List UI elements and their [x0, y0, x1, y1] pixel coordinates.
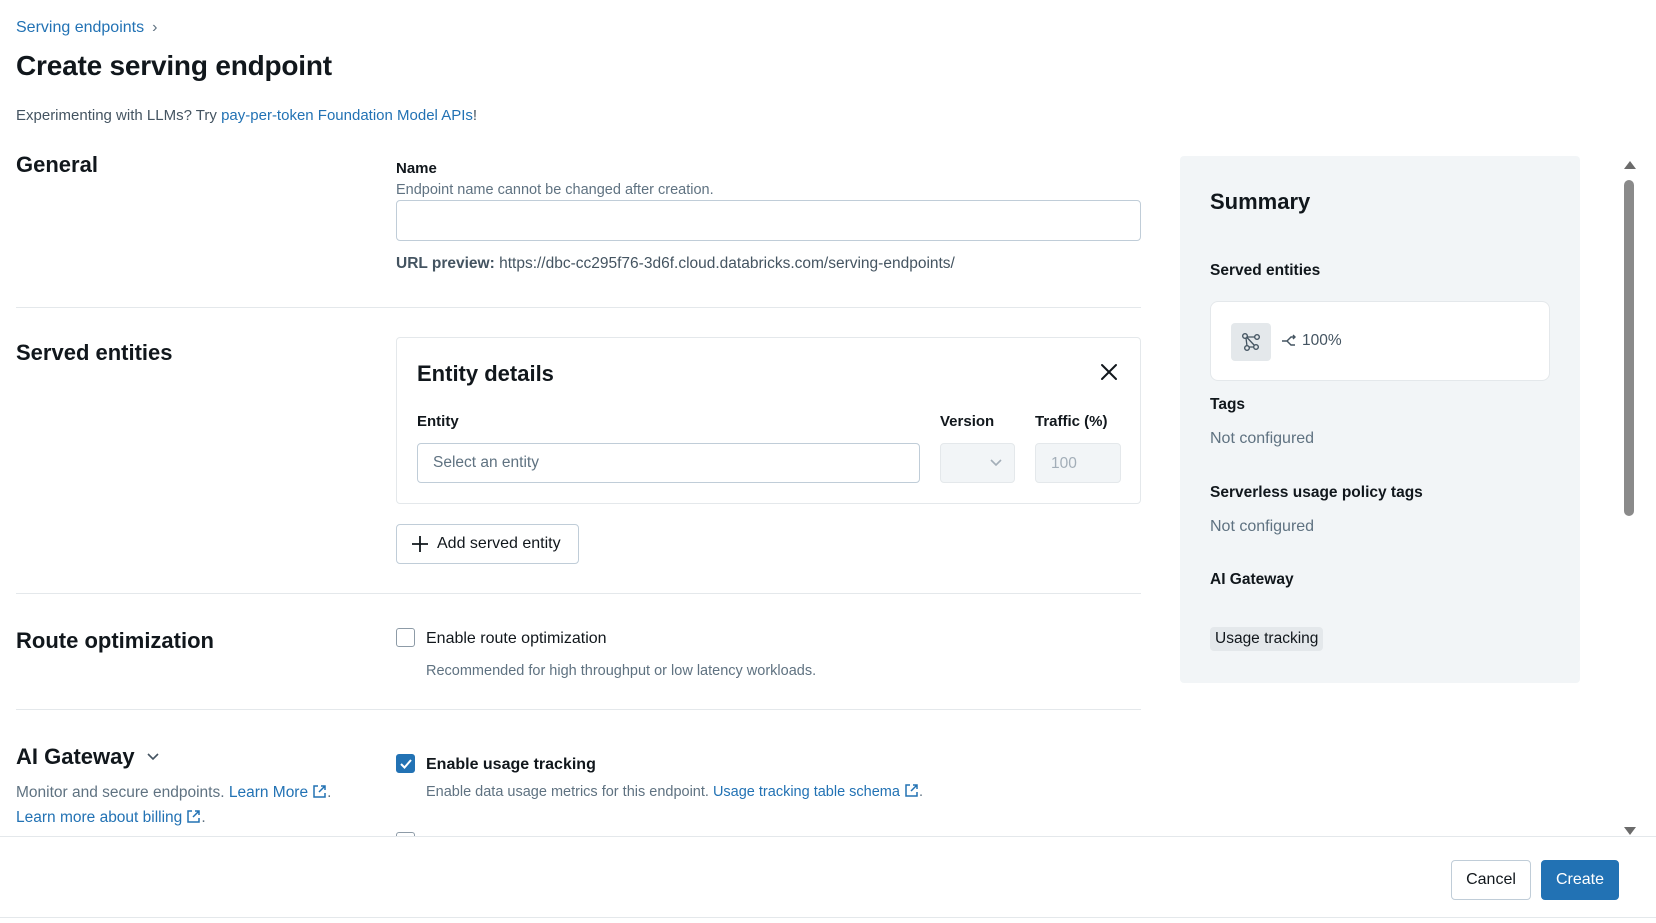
name-field-header: Name Endpoint name cannot be changed aft… — [396, 160, 1141, 198]
usage-tracking-schema-link[interactable]: Usage tracking table schema — [713, 784, 919, 800]
divider — [0, 917, 1656, 918]
usage-tracking-tag: Usage tracking — [1210, 627, 1324, 651]
entity-card-title: Entity details — [417, 361, 554, 386]
divider — [16, 709, 1141, 710]
summary-tags-value: Not configured — [1210, 430, 1315, 447]
cancel-button[interactable]: Cancel — [1451, 860, 1531, 900]
section-title-route-optimization: Route optimization — [16, 628, 214, 653]
external-link-icon — [313, 785, 326, 798]
summary-title: Summary — [1210, 189, 1311, 214]
chevron-down-icon — [990, 459, 1002, 467]
foundation-model-apis-link[interactable]: pay-per-token Foundation Model APIs — [221, 107, 473, 124]
usage-tracking-label: Enable usage tracking — [426, 756, 596, 773]
add-served-entity-button[interactable]: Add served entity — [396, 524, 579, 564]
summary-usage-policy-value: Not configured — [1210, 518, 1315, 535]
create-button[interactable]: Create — [1541, 860, 1619, 900]
summary-entity-box: 100% — [1210, 301, 1550, 381]
divider — [16, 307, 1141, 308]
close-icon[interactable] — [1098, 361, 1120, 383]
llm-note: Experimenting with LLMs? Try pay-per-tok… — [16, 107, 477, 124]
page-title: Create serving endpoint — [16, 50, 332, 81]
breadcrumb-serving-endpoints[interactable]: Serving endpoints — [16, 19, 144, 37]
chevron-right-icon: › — [152, 19, 158, 36]
external-link-icon — [905, 784, 918, 797]
url-preview-label: URL preview: — [396, 255, 495, 272]
summary-usage-policy-label: Serverless usage policy tags — [1210, 484, 1423, 501]
summary-tags-label: Tags — [1210, 396, 1246, 413]
route-optimization-label: Enable route optimization — [426, 630, 607, 647]
summary-ai-gateway-label: AI Gateway — [1210, 571, 1294, 588]
llm-note-suffix: ! — [472, 107, 478, 124]
name-help: Endpoint name cannot be changed after cr… — [396, 182, 714, 198]
entity-select[interactable]: Select an entity — [417, 443, 920, 483]
scroll-up-icon — [1624, 161, 1636, 169]
section-title-general: General — [16, 152, 98, 177]
section-title-served-entities: Served entities — [16, 340, 173, 365]
breadcrumb: Serving endpoints › — [16, 19, 157, 37]
external-link-icon — [187, 810, 201, 823]
endpoint-name-input[interactable] — [396, 200, 1141, 241]
summary-served-entities-label: Served entities — [1210, 262, 1321, 279]
divider — [16, 593, 1141, 594]
traffic-share: 100% — [1302, 332, 1342, 349]
traffic-label: Traffic (%) — [1035, 413, 1108, 430]
route-optimization-checkbox[interactable] — [396, 628, 415, 647]
ai-gateway-description: Monitor and secure endpoints. Learn More… — [16, 780, 331, 830]
ai-gateway-header[interactable]: AI Gateway — [16, 744, 159, 770]
period: . — [201, 809, 206, 826]
summary-traffic: 100% — [1281, 332, 1342, 350]
learn-more-link[interactable]: Learn More — [229, 784, 327, 801]
usage-tracking-help: Enable data usage metrics for this endpo… — [426, 784, 923, 800]
route-optimization-help: Recommended for high throughput or low l… — [426, 663, 817, 679]
ai-gateway-desc-text: Monitor and secure endpoints. — [16, 784, 229, 801]
scrollbar-thumb[interactable] — [1624, 180, 1634, 516]
model-icon-box — [1231, 323, 1271, 361]
footer-bar: Cancel Create — [0, 836, 1656, 923]
plus-icon — [412, 536, 428, 552]
name-label: Name — [396, 160, 437, 177]
usage-tracking-checkbox[interactable] — [396, 754, 415, 773]
period: . — [327, 784, 332, 801]
scroll-down-icon — [1624, 827, 1636, 835]
ai-gateway-title: AI Gateway — [16, 744, 135, 769]
traffic-input[interactable]: 100 — [1035, 443, 1121, 483]
traffic-split-icon — [1282, 334, 1296, 346]
model-icon — [1242, 333, 1260, 351]
entity-details-card: Entity details Entity Version Traffic (%… — [396, 337, 1141, 504]
version-select[interactable] — [940, 443, 1015, 483]
check-icon — [400, 759, 412, 769]
llm-note-prefix: Experimenting with LLMs? Try — [16, 107, 222, 124]
create-endpoint-page: Serving endpoints › Create serving endpo… — [0, 0, 1656, 923]
billing-link[interactable]: Learn more about billing — [16, 809, 201, 826]
chevron-down-icon — [147, 753, 159, 761]
scrollbar[interactable] — [1618, 160, 1642, 836]
url-preview: URL preview: https://dbc-cc295f76-3d6f.c… — [396, 255, 955, 273]
summary-panel: Summary Served entities 100% Tags Not co… — [1180, 156, 1580, 683]
add-served-entity-label: Add served entity — [437, 535, 561, 552]
url-preview-value: https://dbc-cc295f76-3d6f.cloud.databric… — [499, 255, 955, 272]
version-label: Version — [940, 413, 995, 430]
entity-label: Entity — [417, 413, 459, 430]
